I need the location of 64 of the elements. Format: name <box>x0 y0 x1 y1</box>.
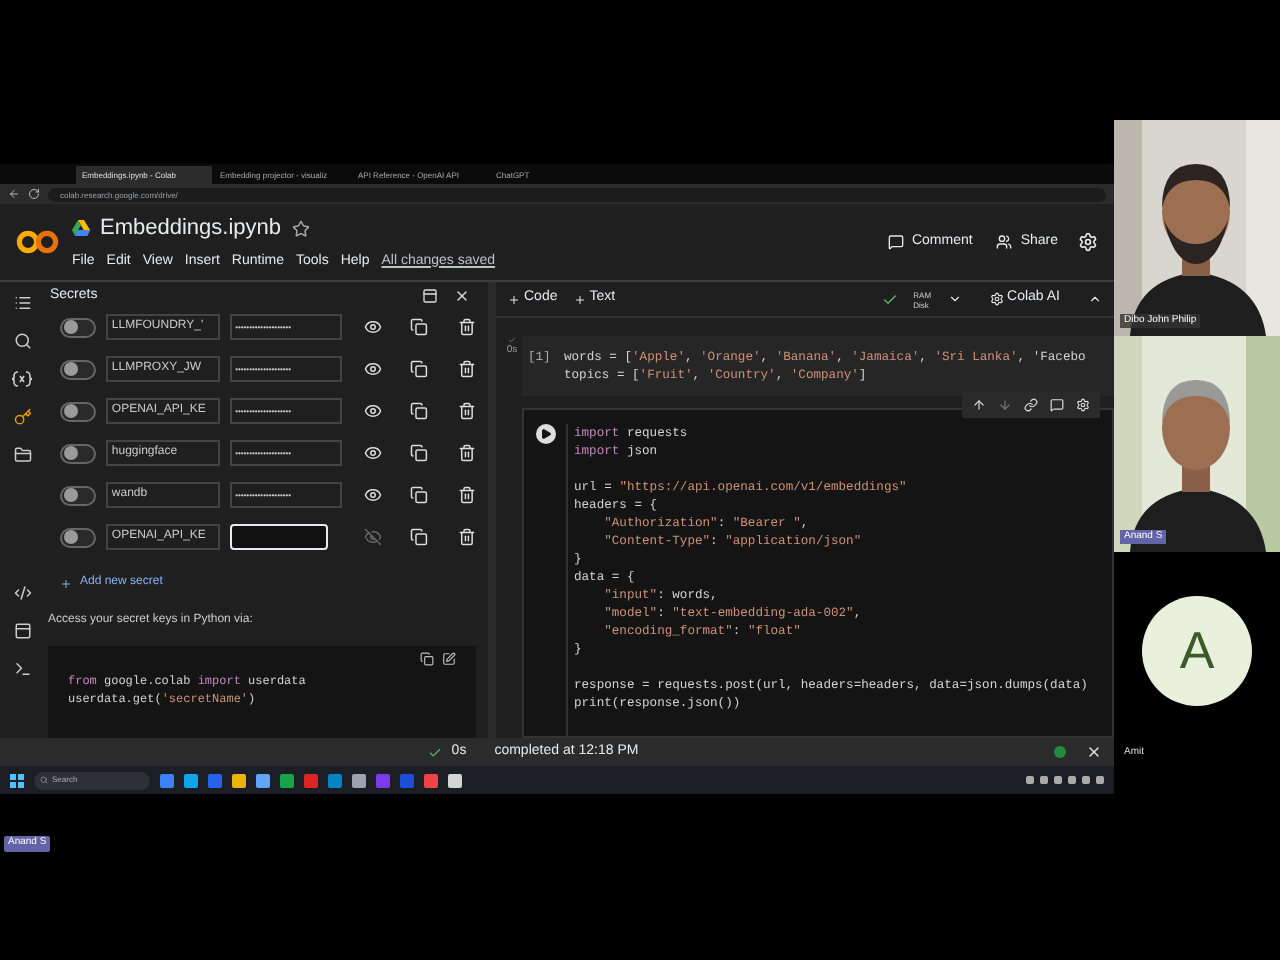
trash-icon[interactable] <box>458 360 477 378</box>
toggle-switch[interactable] <box>60 485 96 505</box>
eye-icon[interactable] <box>363 402 382 420</box>
contents-icon[interactable] <box>13 294 31 312</box>
notebook-title[interactable]: Embeddings.ipynb <box>100 212 282 245</box>
eye-off-icon[interactable] <box>363 528 382 546</box>
people-icon <box>996 234 1013 250</box>
key-icon[interactable] <box>13 408 31 426</box>
plus-icon <box>60 577 72 589</box>
plus-icon <box>508 293 520 305</box>
settings-icon[interactable] <box>1076 398 1090 412</box>
drive-icon <box>72 220 90 237</box>
toggle-switch[interactable] <box>60 443 96 463</box>
dropdown-icon[interactable] <box>947 292 962 306</box>
eye-icon[interactable] <box>363 444 382 462</box>
avatar: A <box>1142 595 1252 705</box>
close-icon[interactable] <box>1086 744 1102 760</box>
insert-icon[interactable] <box>442 652 456 666</box>
copy-icon[interactable] <box>410 486 429 504</box>
run-button[interactable] <box>535 424 555 444</box>
move-up-icon[interactable] <box>972 398 986 412</box>
copy-icon[interactable] <box>410 318 429 336</box>
copy-icon[interactable] <box>410 360 429 378</box>
check-icon <box>427 745 442 759</box>
collapse-icon[interactable] <box>1088 292 1102 306</box>
search-icon <box>40 776 48 784</box>
trash-icon[interactable] <box>458 486 477 504</box>
variables-icon[interactable] <box>12 370 32 388</box>
toggle-switch[interactable] <box>60 401 96 421</box>
trash-icon[interactable] <box>458 402 477 420</box>
toggle-switch[interactable] <box>60 317 96 337</box>
copy-icon[interactable] <box>410 528 429 546</box>
check-icon <box>881 291 898 307</box>
eye-icon[interactable] <box>363 360 382 378</box>
close-icon[interactable] <box>454 288 470 304</box>
eye-icon[interactable] <box>363 486 382 504</box>
toggle-switch[interactable] <box>60 359 96 379</box>
link-icon[interactable] <box>1024 398 1038 412</box>
folder-icon[interactable] <box>13 446 31 464</box>
star-icon[interactable] <box>291 219 310 238</box>
start-icon[interactable] <box>10 773 24 787</box>
comment-icon[interactable] <box>1050 398 1064 412</box>
done-icon <box>508 336 516 344</box>
trash-icon[interactable] <box>458 318 477 336</box>
search-icon[interactable] <box>13 332 31 350</box>
secret-value-field[interactable] <box>229 524 329 550</box>
copy-icon[interactable] <box>410 402 429 420</box>
trash-icon[interactable] <box>458 444 477 462</box>
trash-icon[interactable] <box>458 528 477 546</box>
terminal-icon[interactable] <box>13 660 31 678</box>
colab-logo-icon <box>16 230 60 254</box>
move-down-icon[interactable] <box>998 398 1012 412</box>
reload-icon[interactable] <box>28 188 40 200</box>
back-icon[interactable] <box>8 188 20 200</box>
copy-icon[interactable] <box>420 652 434 666</box>
code-snippets-icon[interactable] <box>13 584 31 602</box>
open-tab-icon[interactable] <box>422 288 438 304</box>
plus-icon <box>573 293 586 305</box>
eye-icon[interactable] <box>363 318 382 336</box>
toggle-switch[interactable] <box>60 527 96 547</box>
command-palette-icon[interactable] <box>13 622 31 640</box>
copy-icon[interactable] <box>410 444 429 462</box>
comment-icon <box>887 234 904 250</box>
settings-icon[interactable] <box>1078 232 1098 252</box>
